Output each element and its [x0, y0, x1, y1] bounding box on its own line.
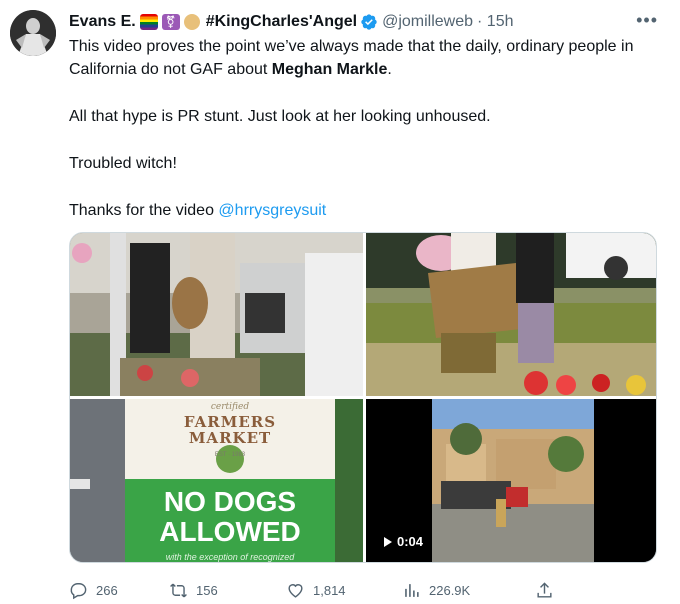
author-name[interactable]: Evans E. [69, 13, 136, 31]
sign-est: EST · 1983 [214, 452, 246, 458]
reply-count: 266 [96, 582, 118, 598]
duration-text: 0:04 [397, 534, 424, 549]
media-grid: certified FARMERS MARKET EST · 1983 NO D… [69, 232, 657, 563]
like-count: 1,814 [313, 582, 346, 598]
action-bar: 266 156 1,814 226.9K [69, 578, 559, 602]
like-button[interactable]: 1,814 [286, 581, 346, 600]
retweet-count: 156 [196, 582, 218, 598]
views-chart-icon [405, 583, 419, 597]
rainbow-flag-icon [139, 14, 158, 30]
video-duration: 0:04 [378, 531, 431, 552]
photo-1[interactable] [70, 233, 363, 396]
mention-link[interactable]: @hrrysgreysuit [218, 202, 326, 219]
views-button[interactable]: 226.9K [402, 581, 470, 600]
tweet-header: Evans E. ⚧ #KingCharles'Angel @jomillewe… [69, 12, 514, 32]
retweet-icon [170, 583, 187, 597]
bold-name: Meghan Markle [271, 61, 388, 78]
tweet-text: This video proves the point we’ve always… [69, 35, 659, 246]
more-options-icon[interactable]: ••• [636, 10, 658, 31]
person-emoji-icon [183, 14, 200, 30]
play-icon[interactable] [384, 536, 392, 547]
video-player[interactable]: 0:04 [366, 399, 656, 562]
tweet: Evans E. ⚧ #KingCharles'Angel @jomillewe… [0, 0, 680, 604]
period: . [387, 61, 392, 78]
share-button[interactable] [535, 581, 554, 600]
transgender-symbol-icon: ⚧ [161, 14, 180, 30]
tweet-line-3: Troubled witch! [69, 155, 177, 172]
photo-3-sign[interactable]: certified FARMERS MARKET EST · 1983 NO D… [70, 399, 363, 562]
reply-button[interactable]: 266 [69, 581, 118, 600]
author-handle[interactable]: @jomilleweb [382, 13, 473, 31]
sign-certified: certified [210, 402, 250, 412]
tweet-line-4: Thanks for the video [69, 202, 219, 219]
avatar[interactable] [10, 10, 56, 56]
sign-no-dogs: NO DOGS ALLOWED [159, 486, 301, 547]
photo-2[interactable] [366, 233, 656, 396]
heart-icon [288, 583, 303, 598]
sign-exception: with the exception of recognized [165, 552, 295, 562]
views-count: 226.9K [429, 582, 471, 598]
timestamp[interactable]: · 15h [477, 13, 513, 31]
reply-icon [70, 582, 87, 599]
verified-badge-icon [361, 14, 377, 30]
sign-brand: FARMERS MARKET [183, 413, 277, 447]
retweet-button[interactable]: 156 [169, 581, 218, 600]
author-tag: #KingCharles'Angel [205, 13, 358, 30]
tweet-line-2: All that hype is PR stunt. Just look at … [69, 108, 491, 125]
share-icon [537, 581, 552, 598]
